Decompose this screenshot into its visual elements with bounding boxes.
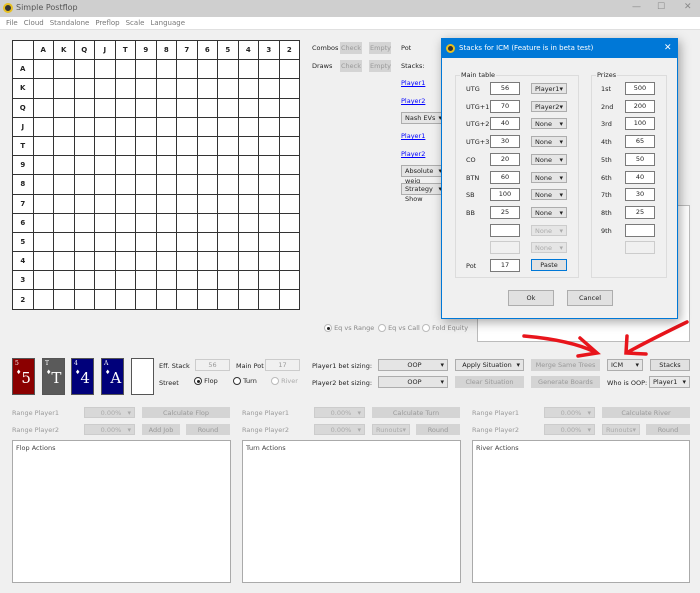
prize-field[interactable]: 30 xyxy=(625,188,655,202)
prize-place-label: 1st xyxy=(601,85,612,93)
prize-field[interactable] xyxy=(625,223,655,237)
prize-field[interactable]: 100 xyxy=(625,117,655,131)
ok-button[interactable]: Ok xyxy=(508,290,554,306)
dialog-logo-icon xyxy=(446,44,455,53)
player-assign-dropdown[interactable]: Player2 xyxy=(531,100,567,112)
position-label: BTN xyxy=(466,173,480,182)
prize-field[interactable]: 200 xyxy=(625,99,655,113)
prize-field[interactable]: 40 xyxy=(625,170,655,184)
player-assign-dropdown[interactable]: None xyxy=(531,242,567,254)
prize-place-label: 4th xyxy=(601,138,612,147)
dialog-pot-field[interactable]: 17 xyxy=(490,259,520,272)
prize-field[interactable]: 500 xyxy=(625,82,655,95)
stack-field[interactable]: 40 xyxy=(490,117,520,131)
prize-place-label: 5th xyxy=(601,155,612,164)
stack-field[interactable]: 56 xyxy=(490,82,520,95)
player-assign-dropdown[interactable]: None xyxy=(531,153,567,165)
stack-field[interactable]: 60 xyxy=(490,170,520,184)
prize-place-label: 7th xyxy=(601,191,612,200)
dialog-close-icon[interactable]: ✕ xyxy=(664,43,672,53)
prize-field[interactable]: 25 xyxy=(625,205,655,219)
position-label: UTG+1 xyxy=(466,102,490,111)
position-label: UTG xyxy=(466,85,480,93)
prize-place-label: 8th xyxy=(601,208,612,217)
stack-field[interactable] xyxy=(490,223,520,237)
prize-place-label: 2nd xyxy=(601,102,614,111)
position-label: UTG+2 xyxy=(466,120,490,129)
position-label: BB xyxy=(466,208,475,217)
cancel-button[interactable]: Cancel xyxy=(567,290,613,306)
dialog-title: Stacks for ICM (Feature is in beta test) xyxy=(442,39,677,58)
player-assign-dropdown[interactable]: None xyxy=(531,224,567,236)
player-assign-dropdown[interactable]: None xyxy=(531,171,567,183)
stack-field[interactable]: 100 xyxy=(490,188,520,202)
main-table-label: Main table xyxy=(460,71,497,79)
position-label: SB xyxy=(466,191,475,200)
red-arrow-right xyxy=(626,320,689,354)
position-label: UTG+3 xyxy=(466,138,490,147)
prize-field[interactable]: 50 xyxy=(625,152,655,166)
prize-field[interactable]: 65 xyxy=(625,135,655,149)
prize-place-label: 6th xyxy=(601,173,612,182)
stack-field[interactable]: 25 xyxy=(490,205,520,219)
prize-field[interactable] xyxy=(625,241,655,255)
player-assign-dropdown[interactable]: None xyxy=(531,189,567,201)
position-label: CO xyxy=(466,155,476,164)
player-assign-dropdown[interactable]: Player1 xyxy=(531,83,567,94)
dialog-pot-label: Pot xyxy=(466,262,477,270)
stack-field[interactable]: 70 xyxy=(490,99,520,113)
prizes-label: Prizes xyxy=(596,71,618,79)
player-assign-dropdown[interactable]: None xyxy=(531,206,567,218)
stack-field[interactable] xyxy=(490,241,520,255)
player-assign-dropdown[interactable]: None xyxy=(531,118,567,130)
prize-place-label: 9th xyxy=(601,226,612,235)
stack-field[interactable]: 30 xyxy=(490,135,520,149)
stack-field[interactable]: 20 xyxy=(490,152,520,166)
icm-stacks-dialog: Stacks for ICM (Feature is in beta test)… xyxy=(441,38,678,319)
prize-place-label: 3rd xyxy=(601,120,612,129)
paste-button[interactable]: Paste xyxy=(531,259,567,271)
player-assign-dropdown[interactable]: None xyxy=(531,136,567,148)
